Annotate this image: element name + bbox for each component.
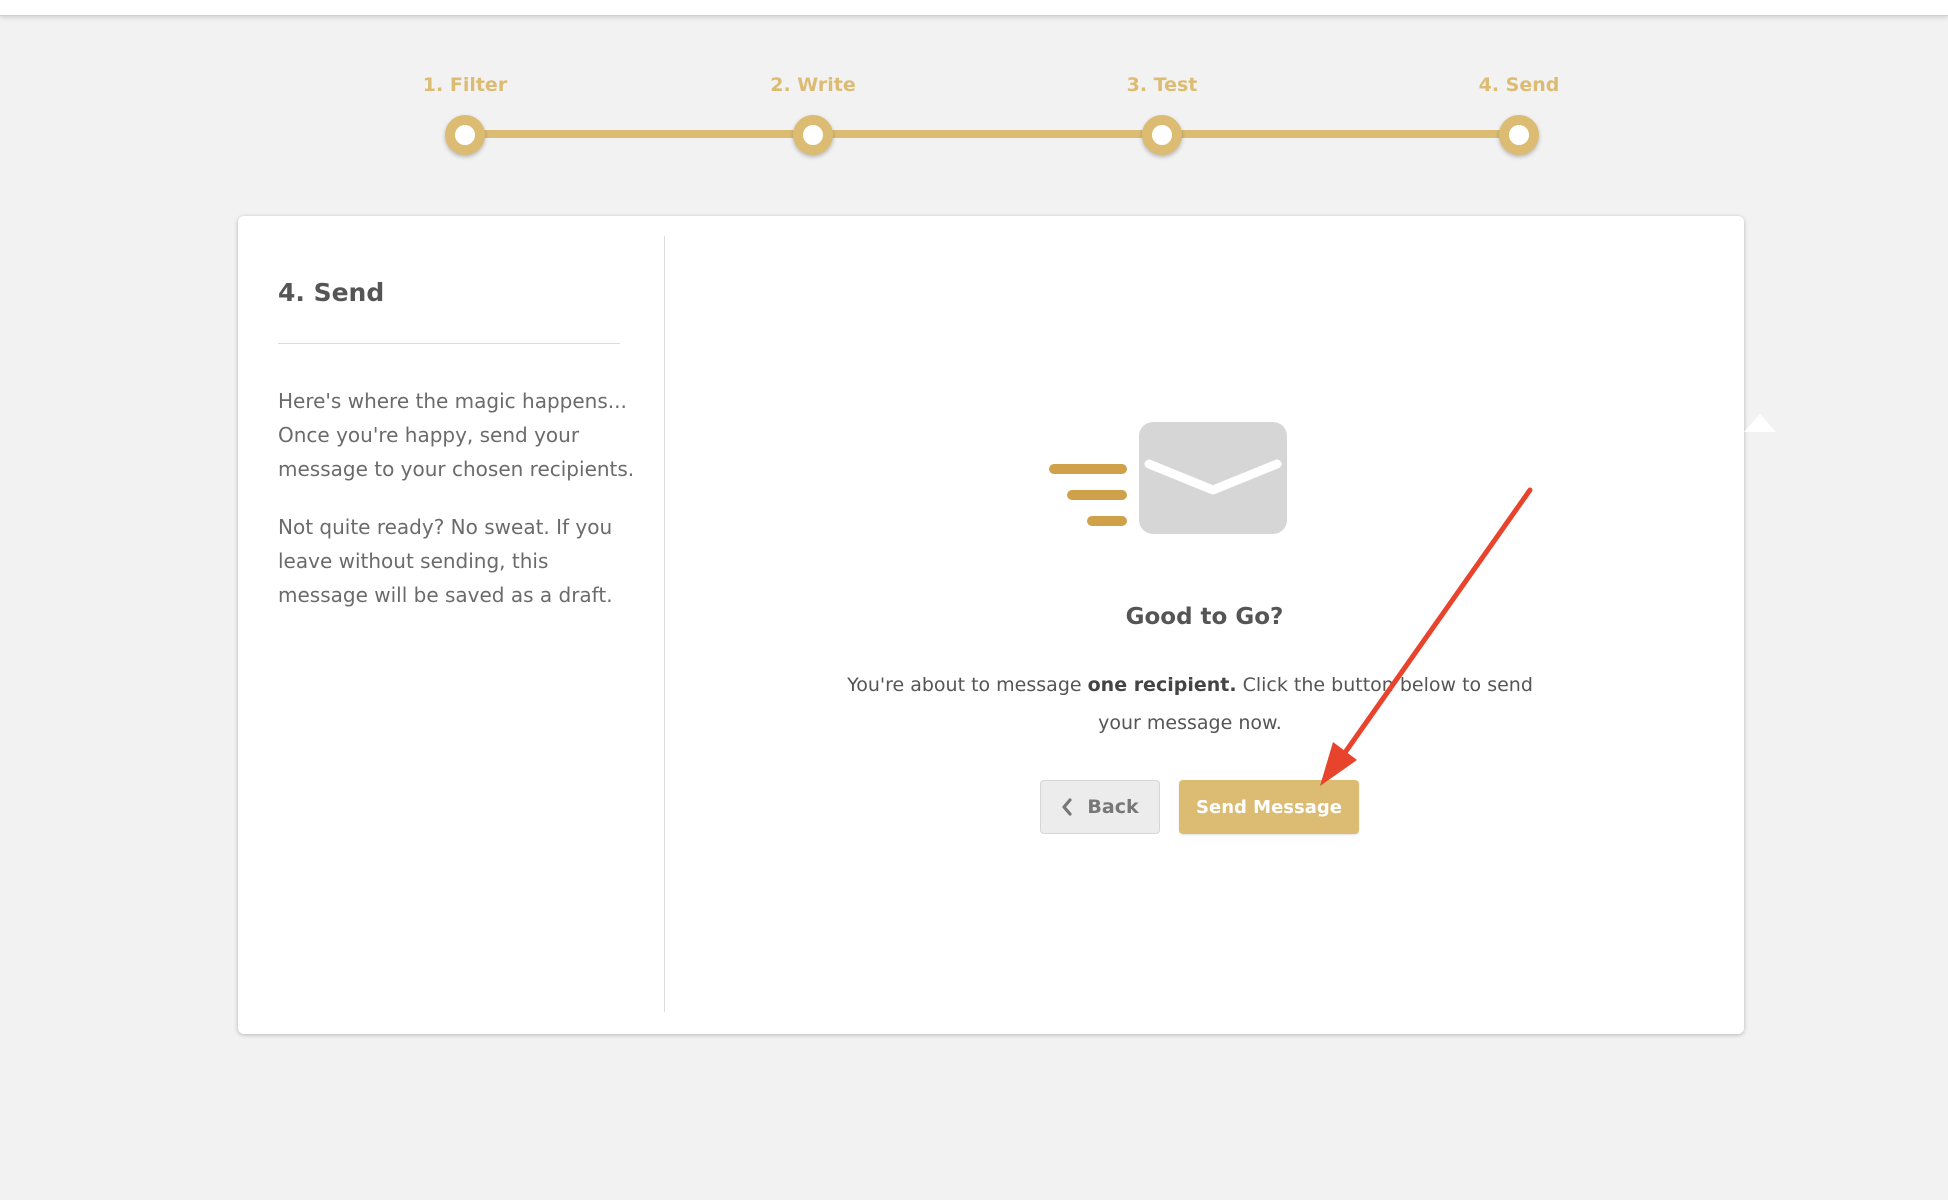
sidebar-description: Here's where the magic happens... Once y… [278,389,635,481]
step-dot[interactable] [445,115,485,155]
step-dot[interactable] [793,115,833,155]
confirmation-text-start: You're about to message [847,674,1088,696]
send-message-button[interactable]: Send Message [1179,780,1359,834]
step-label: 3. Test [1126,74,1198,96]
progress-stepper: 1. Filter 2. Write 3. Test 4. Send [0,0,1948,170]
main-content: Good to Go? You're about to message one … [665,216,1744,1034]
sidebar: 4. Send Here's where the magic happens..… [238,216,664,1034]
confirmation-text: You're about to message one recipient. C… [840,666,1540,742]
sidebar-divider-rule [278,343,620,344]
step-filter[interactable]: 1. Filter [365,0,565,170]
back-button[interactable]: Back [1040,780,1160,834]
step-label: 4. Send [1478,74,1560,96]
envelope-icon [1049,422,1287,534]
step-dot[interactable] [1499,115,1539,155]
stepper-track [465,130,1520,138]
back-button-label: Back [1087,796,1139,818]
step-write[interactable]: 2. Write [713,0,913,170]
recipient-count: one recipient. [1087,674,1237,696]
step-label: 1. Filter [422,74,508,96]
sidebar-title: 4. Send [278,278,385,307]
sidebar-draft-note: Not quite ready? No sweat. If you leave … [278,515,613,607]
step-send[interactable]: 4. Send [1419,0,1619,170]
confirmation-title: Good to Go? [1125,604,1284,630]
step-dot[interactable] [1142,115,1182,155]
action-buttons: Back Send Message [665,780,1744,836]
send-panel: 4. Send Here's where the magic happens..… [238,216,1776,1034]
panel-caret [1744,414,1776,432]
step-label: 2. Write [770,74,856,96]
step-test[interactable]: 3. Test [1062,0,1262,170]
chevron-left-icon [1062,798,1072,816]
